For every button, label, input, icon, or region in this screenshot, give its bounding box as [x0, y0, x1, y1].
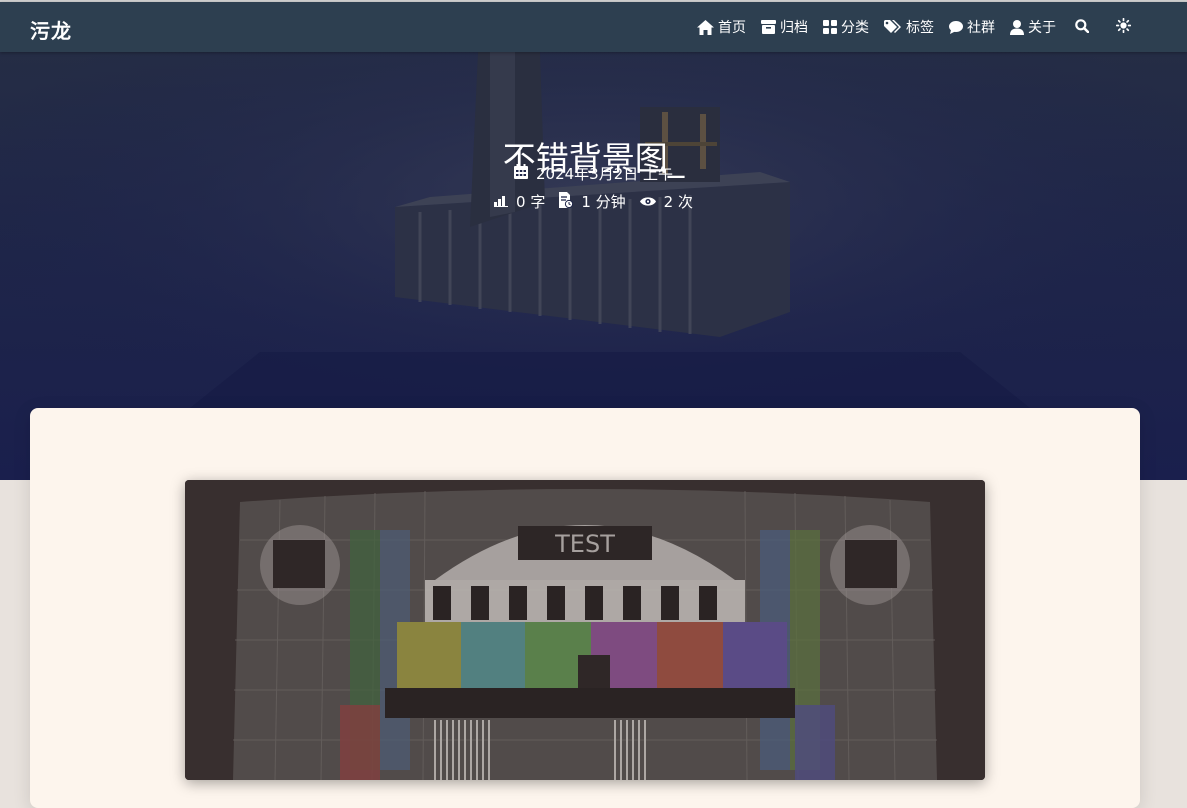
post-content-card: TEST — [30, 408, 1140, 808]
nav-item-home-label: 首页 — [718, 20, 746, 36]
nav-item-community[interactable]: 社群 — [949, 17, 995, 37]
post-date: 2024年3月2日 上午 — [513, 163, 674, 184]
bar-chart-icon — [494, 193, 509, 211]
nav-item-tags[interactable]: 标签 — [884, 17, 934, 37]
nav-item-about[interactable]: 关于 — [1010, 17, 1056, 37]
search-button[interactable] — [1075, 18, 1090, 37]
user-icon — [1010, 19, 1024, 35]
nav-item-archive-label: 归档 — [780, 20, 808, 36]
home-icon — [697, 19, 714, 35]
eye-icon — [639, 193, 656, 211]
nav-item-archive[interactable]: 归档 — [761, 17, 808, 37]
calendar-icon — [513, 164, 528, 183]
post-word-count: 0 字 — [494, 191, 545, 212]
nav-item-tags-label: 标签 — [906, 20, 934, 36]
post-meta-date-row: 2024年3月2日 上午 — [0, 163, 1187, 184]
site-logo[interactable]: 污龙 — [30, 15, 72, 44]
post-meta-stats-row: 0 字 1 分钟 2 次 — [0, 191, 1187, 212]
views-text: 2 次 — [663, 193, 693, 211]
word-count-text: 0 字 — [516, 193, 546, 211]
search-icon — [1075, 18, 1090, 37]
post-date-text: 2024年3月2日 上午 — [535, 165, 674, 183]
sun-icon — [1115, 17, 1132, 37]
archive-icon — [761, 20, 776, 34]
post-views: 2 次 — [639, 191, 693, 212]
nav-item-about-label: 关于 — [1028, 20, 1056, 36]
post-image-test-card[interactable]: TEST — [185, 480, 985, 780]
theme-toggle-button[interactable] — [1115, 17, 1132, 37]
chat-icon — [949, 20, 963, 34]
nav-item-community-label: 社群 — [967, 20, 995, 36]
tv-test-pattern: TEST — [185, 480, 985, 780]
nav-item-category[interactable]: 分类 — [823, 17, 869, 37]
category-icon — [823, 20, 837, 34]
navbar: 污龙 首页 归档 分类 标签 社群 关于 — [0, 2, 1187, 52]
tags-icon — [884, 20, 902, 34]
nav-menu: 首页 归档 分类 标签 社群 关于 — [697, 2, 1132, 52]
nav-item-category-label: 分类 — [841, 20, 869, 36]
document-clock-icon — [559, 191, 574, 212]
read-time-text: 1 分钟 — [581, 193, 626, 211]
post-read-time: 1 分钟 — [559, 191, 626, 212]
nav-item-home[interactable]: 首页 — [697, 17, 746, 37]
